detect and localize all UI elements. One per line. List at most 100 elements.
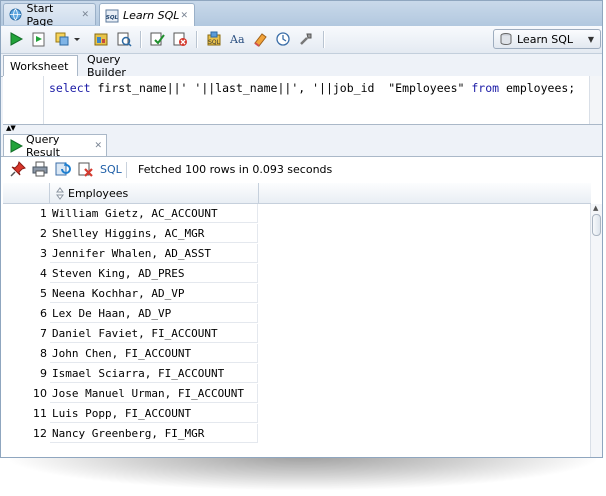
row-number: 9 bbox=[40, 367, 47, 380]
unshared-worksheet-icon[interactable]: SQL bbox=[206, 31, 222, 47]
row-number-header[interactable] bbox=[3, 183, 50, 203]
fetch-status: Fetched 100 rows in 0.093 seconds bbox=[138, 163, 333, 176]
editor-scrollbar[interactable] bbox=[589, 76, 602, 124]
sql-editor[interactable]: select first_name||' '||last_name||', '|… bbox=[3, 76, 602, 125]
employee-cell[interactable]: Ismael Sciarra, FI_ACCOUNT bbox=[50, 364, 258, 383]
tab-worksheet[interactable]: Worksheet bbox=[3, 55, 78, 76]
editor-gutter bbox=[3, 76, 44, 124]
table-row[interactable]: 12 Nancy Greenberg, FI_MGR bbox=[3, 424, 259, 444]
tab-query-builder[interactable]: Query Builder bbox=[81, 53, 161, 79]
table-row[interactable]: 8 John Chen, FI_ACCOUNT bbox=[3, 344, 259, 364]
sql-developer-window: Start Page ✕ SQL Learn SQL ✕ SQL Aa Lear… bbox=[0, 0, 603, 458]
svg-text:SQL: SQL bbox=[106, 15, 119, 21]
employee-cell[interactable]: Jose Manuel Urman, FI_ACCOUNT bbox=[50, 384, 258, 403]
row-number: 8 bbox=[40, 347, 47, 360]
row-number: 7 bbox=[40, 327, 47, 340]
employee-cell[interactable]: Neena Kochhar, AD_VP bbox=[50, 284, 258, 303]
sql-tuning-icon[interactable] bbox=[116, 31, 132, 47]
tab-label: Learn SQL bbox=[123, 9, 180, 22]
autotrace-icon[interactable] bbox=[93, 31, 109, 47]
employee-cell[interactable]: Steven King, AD_PRES bbox=[50, 264, 258, 283]
explain-plan-icon[interactable] bbox=[54, 31, 70, 47]
dropdown-arrow-icon[interactable] bbox=[73, 31, 81, 47]
scrollbar-thumb[interactable] bbox=[592, 214, 601, 236]
tab-start-page[interactable]: Start Page ✕ bbox=[3, 1, 96, 28]
run-script-icon[interactable] bbox=[31, 31, 47, 47]
tab-label: Query Result bbox=[26, 132, 60, 159]
to-uppercase-icon[interactable]: Aa bbox=[229, 31, 245, 47]
connection-value: Learn SQL bbox=[517, 32, 574, 46]
row-number: 3 bbox=[40, 247, 47, 260]
sql-tuning-advisor-icon[interactable] bbox=[298, 31, 314, 47]
employee-cell[interactable]: Nancy Greenberg, FI_MGR bbox=[50, 424, 258, 443]
result-grid: Employees 1 William Gietz, AC_ACCOUNT 2 She… bbox=[1, 182, 602, 457]
employee-cell[interactable]: William Gietz, AC_ACCOUNT bbox=[50, 204, 258, 223]
keyword-from: from bbox=[471, 81, 500, 95]
employee-cell[interactable]: Luis Popp, FI_ACCOUNT bbox=[50, 404, 258, 423]
keyword-select: select bbox=[49, 81, 91, 95]
document-tab-bar: Start Page ✕ SQL Learn SQL ✕ bbox=[1, 1, 602, 28]
table-row[interactable]: 3 Jennifer Whalen, AD_ASST bbox=[3, 244, 259, 264]
cancel-query-icon[interactable] bbox=[78, 161, 94, 177]
table-row[interactable]: 6 Lex De Haan, AD_VP bbox=[3, 304, 259, 324]
employee-cell[interactable]: Shelley Higgins, AC_MGR bbox=[50, 224, 258, 243]
toolbar-separator bbox=[126, 162, 127, 178]
table-row[interactable]: 5 Neena Kochhar, AD_VP bbox=[3, 284, 259, 304]
splitter-arrows-icon[interactable]: ▲▼ bbox=[6, 125, 16, 132]
run-result-icon bbox=[9, 138, 23, 153]
sql-file-icon: SQL bbox=[105, 9, 119, 23]
row-number: 11 bbox=[33, 407, 47, 420]
column-header-employees[interactable]: Employees bbox=[50, 183, 259, 203]
refresh-icon[interactable] bbox=[55, 161, 71, 177]
sql-history-icon[interactable] bbox=[275, 31, 291, 47]
table-row[interactable]: 7 Daniel Faviet, FI_ACCOUNT bbox=[3, 324, 259, 344]
commit-icon[interactable] bbox=[149, 31, 165, 47]
worksheet-subtabs: Worksheet Query Builder bbox=[1, 53, 602, 79]
chevron-down-icon: ▼ bbox=[587, 34, 594, 44]
close-tab-icon[interactable]: ✕ bbox=[180, 11, 188, 21]
print-icon[interactable] bbox=[32, 161, 48, 177]
tab-label: Start Page bbox=[26, 1, 54, 28]
tab-query-result[interactable]: Query Result ✕ bbox=[3, 132, 107, 159]
sql-link[interactable]: SQL bbox=[100, 163, 122, 176]
grid-header: Employees bbox=[3, 183, 591, 204]
sql-text: first_name||' '||last_name||', '||job_id… bbox=[90, 81, 472, 95]
connection-select[interactable]: Learn SQL ▼ bbox=[493, 29, 601, 49]
close-tab-icon[interactable]: ✕ bbox=[94, 141, 102, 151]
pin-icon[interactable] bbox=[10, 161, 26, 177]
tab-learn-sql[interactable]: SQL Learn SQL ✕ bbox=[99, 3, 195, 27]
grid-rows: 1 William Gietz, AC_ACCOUNT 2 Shelley Higgi… bbox=[3, 204, 259, 444]
scroll-up-icon[interactable]: ▲ bbox=[593, 204, 598, 212]
row-number: 6 bbox=[40, 307, 47, 320]
close-tab-icon[interactable]: ✕ bbox=[81, 10, 89, 20]
table-row[interactable]: 2 Shelley Higgins, AC_MGR bbox=[3, 224, 259, 244]
column-label: Employees bbox=[68, 186, 129, 200]
row-number: 5 bbox=[40, 287, 47, 300]
toolbar-separator bbox=[323, 31, 325, 48]
table-row[interactable]: 1 William Gietz, AC_ACCOUNT bbox=[3, 204, 259, 224]
vertical-scrollbar[interactable]: ▲ bbox=[590, 204, 602, 457]
toolbar-separator bbox=[196, 31, 198, 48]
table-row[interactable]: 10 Jose Manuel Urman, FI_ACCOUNT bbox=[3, 384, 259, 404]
svg-text:SQL: SQL bbox=[208, 39, 221, 46]
clear-icon[interactable] bbox=[252, 31, 268, 47]
employee-cell[interactable]: Daniel Faviet, FI_ACCOUNT bbox=[50, 324, 258, 343]
globe-icon bbox=[9, 8, 23, 22]
toolbar-separator bbox=[140, 31, 142, 48]
table-row[interactable]: 11 Luis Popp, FI_ACCOUNT bbox=[3, 404, 259, 424]
sort-icon bbox=[55, 186, 65, 200]
panel-splitter[interactable] bbox=[1, 125, 602, 132]
run-statement-icon[interactable] bbox=[8, 31, 24, 47]
table-row[interactable]: 4 Steven King, AD_PRES bbox=[3, 264, 259, 284]
row-number: 4 bbox=[40, 267, 47, 280]
employee-cell[interactable]: Jennifer Whalen, AD_ASST bbox=[50, 244, 258, 263]
employee-cell[interactable]: Lex De Haan, AD_VP bbox=[50, 304, 258, 323]
rollback-icon[interactable] bbox=[172, 31, 188, 47]
table-row[interactable]: 9 Ismael Sciarra, FI_ACCOUNT bbox=[3, 364, 259, 384]
result-toolbar: SQL Fetched 100 rows in 0.093 seconds bbox=[1, 157, 602, 183]
sql-statement[interactable]: select first_name||' '||last_name||', '|… bbox=[49, 81, 575, 95]
row-number: 2 bbox=[40, 227, 47, 240]
worksheet-toolbar: SQL Aa Learn SQL ▼ bbox=[1, 26, 602, 54]
employee-cell[interactable]: John Chen, FI_ACCOUNT bbox=[50, 344, 258, 363]
row-number: 1 bbox=[40, 207, 47, 220]
